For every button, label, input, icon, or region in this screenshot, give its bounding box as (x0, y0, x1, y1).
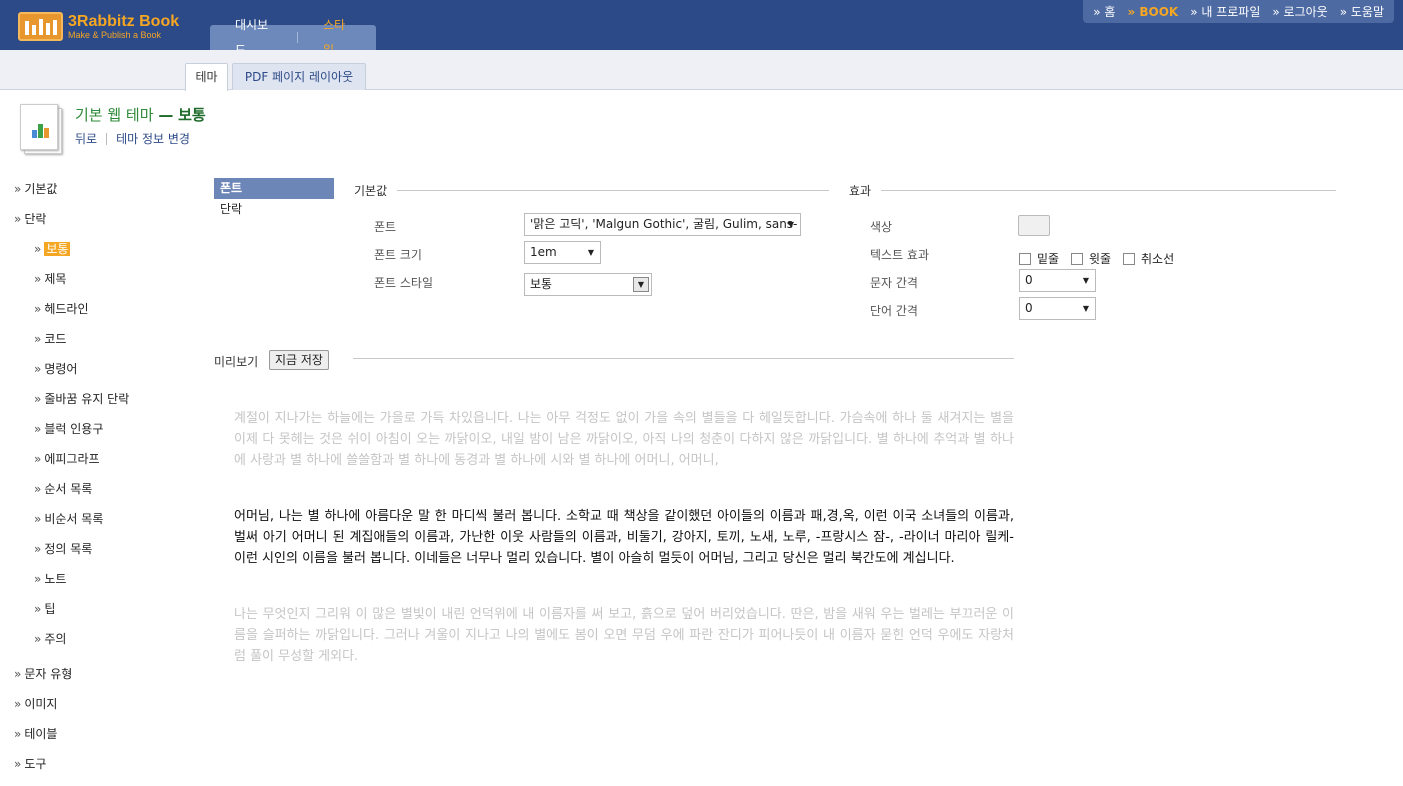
color-label: 색상 (870, 220, 893, 234)
logout-link[interactable]: » 로그아웃 (1272, 3, 1327, 20)
font-size-label: 폰트 크기 (374, 248, 422, 262)
main-tabs: 대시보드 스타일 (210, 18, 376, 57)
page-title: 기본 웹 테마 — 보통 (75, 104, 206, 125)
nav-item-caution[interactable]: » 주의 (34, 630, 66, 647)
defaults-heading: 기본값 (354, 182, 830, 199)
nav-item-note[interactable]: » 노트 (34, 570, 66, 587)
underline-checkbox[interactable]: 밑줄 (1019, 250, 1059, 267)
nav-item-paragraph[interactable]: » 단락 (14, 210, 46, 227)
dropdown-arrow-icon: ▼ (1082, 276, 1089, 285)
top-links: » 홈 » BOOK » 내 프로파일 » 로그아웃 » 도움말 (1083, 0, 1394, 23)
subtab-bar: 테마 PDF 페이지 레이아웃 (0, 50, 1403, 91)
color-swatch[interactable] (1018, 215, 1050, 236)
letter-spacing-label: 문자 간격 (870, 276, 918, 290)
theme-document-icon (20, 104, 64, 154)
nav-item-epigraph[interactable]: » 에피그라프 (34, 450, 100, 467)
edit-theme-info-link[interactable]: 테마 정보 변경 (116, 130, 190, 147)
word-spacing-select[interactable]: 0 ▼ (1019, 297, 1096, 320)
nav-item-ordered-list[interactable]: » 순서 목록 (34, 480, 92, 497)
nav-item-preformatted[interactable]: » 줄바꿈 유지 단락 (34, 390, 129, 407)
nav-item-code[interactable]: » 코드 (34, 330, 66, 347)
bookshelf-icon (18, 12, 63, 41)
nav-item-defaults[interactable]: » 기본값 (14, 180, 57, 197)
dropdown-arrow-icon: ▼ (633, 277, 649, 292)
home-link[interactable]: » 홈 (1093, 3, 1115, 20)
strikethrough-checkbox[interactable]: 취소선 (1123, 250, 1174, 267)
preview-paragraph-current: 어머님, 나는 별 하나에 아름다운 말 한 마디씩 불러 봅니다. 소학교 때… (234, 509, 1014, 566)
dropdown-arrow-icon: ▼ (787, 220, 794, 229)
top-header: 3Rabbitz Book Make & Publish a Book 대시보드… (0, 0, 1403, 57)
text-effect-label: 텍스트 효과 (870, 248, 930, 262)
my-profile-link[interactable]: » 내 프로파일 (1190, 3, 1260, 20)
font-family-select[interactable]: '맑은 고딕', 'Malgun Gothic', 굴림, Gulim, san… (524, 213, 801, 236)
preview-divider (353, 358, 1014, 359)
font-size-select[interactable]: 1em ▼ (524, 241, 601, 264)
logo-subtitle: Make & Publish a Book (68, 29, 162, 40)
nav-item-tools[interactable]: » 도구 (14, 755, 46, 772)
nav-item-image[interactable]: » 이미지 (14, 695, 57, 712)
logo[interactable]: 3Rabbitz Book Make & Publish a Book (18, 12, 179, 41)
preview-heading: 미리보기 (214, 355, 259, 369)
nav-item-command[interactable]: » 명령어 (34, 360, 77, 377)
nav-item-headline[interactable]: » 헤드라인 (34, 300, 89, 317)
font-label: 폰트 (374, 220, 397, 234)
panel-tab-font[interactable]: 폰트 (214, 178, 334, 199)
dropdown-arrow-icon: ▼ (1082, 304, 1089, 313)
save-now-button[interactable]: 지금 저장 (269, 350, 329, 370)
page-title-style: 보통 (178, 106, 206, 124)
panel-tabs: 폰트 단락 (214, 178, 334, 220)
tab-theme[interactable]: 테마 (185, 63, 228, 91)
book-link[interactable]: » BOOK (1127, 5, 1178, 19)
nav-item-normal[interactable]: » 보통 (34, 240, 71, 257)
preview-paragraph-after: 나는 무엇인지 그리워 이 많은 별빛이 내린 언덕위에 내 이름자를 써 보고… (234, 607, 1014, 664)
nav-item-character-style[interactable]: » 문자 유형 (14, 665, 72, 682)
help-link[interactable]: » 도움말 (1340, 3, 1384, 20)
nav-item-table[interactable]: » 테이블 (14, 725, 57, 742)
nav-item-definition-list[interactable]: » 정의 목록 (34, 540, 92, 557)
link-divider (106, 132, 108, 145)
word-spacing-label: 단어 간격 (870, 304, 918, 318)
nav-item-unordered-list[interactable]: » 비순서 목록 (34, 510, 103, 527)
font-style-select[interactable]: 보통 ▼ (524, 273, 652, 296)
nav-item-tip[interactable]: » 팁 (34, 600, 55, 617)
page-title-theme: 기본 웹 테마 (75, 106, 154, 124)
overline-checkbox[interactable]: 윗줄 (1071, 250, 1111, 267)
dropdown-arrow-icon: ▼ (587, 248, 594, 257)
panel-tab-paragraph[interactable]: 단락 (214, 199, 334, 220)
font-style-label: 폰트 스타일 (374, 276, 434, 290)
tab-pdf-page-layout[interactable]: PDF 페이지 레이아웃 (232, 63, 366, 90)
logo-title: 3Rabbitz Book (68, 12, 180, 30)
back-link[interactable]: 뒤로 (75, 130, 97, 147)
preview-paragraph-before: 계절이 지나가는 하늘에는 가을로 가득 차있읍니다. 나는 아무 걱정도 없이… (234, 411, 1014, 468)
nav-item-blockquote[interactable]: » 블럭 인용구 (34, 420, 103, 437)
effects-heading: 효과 (849, 182, 1337, 199)
page-links: 뒤로 테마 정보 변경 (75, 130, 190, 147)
letter-spacing-select[interactable]: 0 ▼ (1019, 269, 1096, 292)
nav-item-title[interactable]: » 제목 (34, 270, 66, 287)
page-title-dash: — (158, 106, 174, 124)
